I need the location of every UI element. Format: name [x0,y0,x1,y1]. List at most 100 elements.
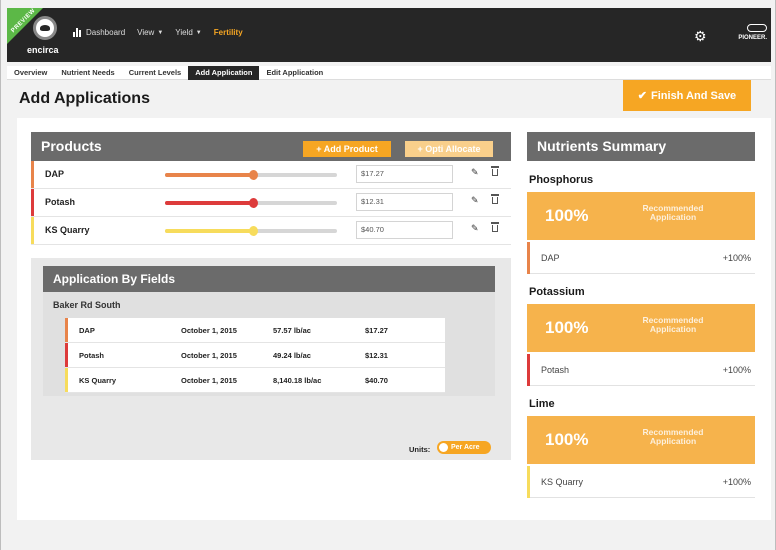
nutrient-recommended-label: Recommended Application [642,315,704,334]
nav-view[interactable]: View ▼ [137,28,163,37]
encirca-logo-icon[interactable] [33,16,57,40]
product-cost-field[interactable]: $17.27 [356,165,453,183]
page-title: Add Applications [19,90,150,107]
finish-and-save-button[interactable]: ✔ Finish And Save [623,80,751,111]
row-color-accent [65,343,68,367]
pioneer-mark-icon [747,24,767,32]
nutrient-percent: 100% [545,430,589,449]
nav-fertility-label: Fertility [213,28,243,37]
tab-edit-application[interactable]: Edit Application [259,66,330,80]
nutrient-percent: 100% [545,318,589,337]
row-date: October 1, 2015 [181,351,237,360]
nutrient-row-accent [527,354,530,386]
nutrient-card-lime: 100% Recommended Application [527,416,755,464]
row-product: DAP [79,326,95,335]
row-cost: $12.31 [365,351,388,360]
product-row-dap: DAP $17.27 ✎ [31,161,511,189]
pioneer-logo: PIONEER. [723,24,767,41]
product-color-accent [31,161,34,188]
edit-pencil-icon[interactable]: ✎ [471,223,479,234]
product-row-ks-quarry: KS Quarry $40.70 ✎ [31,217,511,245]
table-row[interactable]: Potash October 1, 2015 49.24 lb/ac $12.3… [65,343,445,368]
caret-down-icon: ▼ [195,29,202,36]
product-name: KS Quarry [45,225,90,235]
product-name: DAP [45,169,65,179]
row-date: October 1, 2015 [181,376,237,385]
application-by-fields-panel: Application By Fields Baker Rd South DAP… [31,258,511,460]
nav-yield[interactable]: Yield ▼ [175,28,201,37]
product-slider-handle[interactable] [248,226,258,236]
product-slider[interactable] [165,170,337,180]
main-nav: Dashboard View ▼ Yield ▼ Fertility [73,28,255,37]
row-rate: 57.57 lb/ac [273,326,311,335]
application-by-fields-body: Baker Rd South DAP October 1, 2015 57.57… [43,292,495,396]
tab-nutrient-needs[interactable]: Nutrient Needs [54,66,121,80]
caret-down-icon: ▼ [157,29,164,36]
add-product-button[interactable]: + Add Product [303,141,391,157]
nutrient-card-potassium: 100% Recommended Application [527,304,755,352]
nutrients-summary-header: Nutrients Summary [527,132,755,161]
row-cost: $17.27 [365,326,388,335]
product-slider-fill [165,173,253,177]
nav-dashboard[interactable]: Dashboard [73,28,125,37]
tab-add-application[interactable]: Add Application [188,65,260,80]
product-slider-fill [165,201,253,205]
finish-and-save-label: Finish And Save [651,89,737,102]
trash-icon[interactable] [491,166,499,176]
nutrient-product-value: +100% [722,365,751,375]
edit-pencil-icon[interactable]: ✎ [471,167,479,178]
nutrient-percent: 100% [545,206,589,225]
gear-icon[interactable]: ⚙ [694,28,707,45]
nutrient-product-row: KS Quarry +100% [527,466,755,498]
application-by-fields-header: Application By Fields [43,266,495,292]
product-row-potash: Potash $12.31 ✎ [31,189,511,217]
row-rate: 8,140.18 lb/ac [273,376,322,385]
nutrient-product-row: DAP +100% [527,242,755,274]
sub-tabs: Overview Nutrient Needs Current Levels A… [7,65,771,80]
row-product: KS Quarry [79,376,117,385]
tab-current-levels[interactable]: Current Levels [122,66,189,80]
row-product: Potash [79,351,105,360]
product-slider-handle[interactable] [248,170,258,180]
nav-dashboard-label: Dashboard [86,28,126,37]
checkmark-icon: ✔ [637,90,648,102]
nutrient-product-name: Potash [541,365,570,375]
nutrient-row-accent [527,466,530,498]
edit-pencil-icon[interactable]: ✎ [471,195,479,206]
nutrient-row-accent [527,242,530,274]
product-slider[interactable] [165,198,337,208]
row-date: October 1, 2015 [181,326,237,335]
field-name: Baker Rd South [53,300,121,310]
table-row[interactable]: KS Quarry October 1, 2015 8,140.18 lb/ac… [65,368,445,393]
product-cost-field[interactable]: $12.31 [356,193,453,211]
nav-yield-label: Yield [175,28,193,37]
product-slider-fill [165,229,253,233]
product-name: Potash [45,197,76,207]
product-cost-field[interactable]: $40.70 [356,221,453,239]
tab-overview[interactable]: Overview [7,66,54,80]
table-row[interactable]: DAP October 1, 2015 57.57 lb/ac $17.27 [65,318,445,343]
brand-name: encirca [27,45,59,55]
trash-icon[interactable] [491,194,499,204]
app-window: PREVIEW encirca Dashboard View ▼ Yield ▼… [0,0,776,550]
nutrients-summary-title: Nutrients Summary [537,138,667,154]
nutrient-product-value: +100% [722,477,751,487]
units-label: Units: [409,445,431,454]
units-toggle[interactable]: Per Acre [437,441,491,454]
nutrient-recommended-label: Recommended Application [642,427,704,446]
nav-fertility[interactable]: Fertility [214,28,243,37]
pioneer-brand: PIONEER. [738,35,767,41]
nutrient-title-phosphorus: Phosphorus [529,174,594,186]
opti-allocate-button[interactable]: + Opti Allocate [405,141,493,157]
products-title: Products [41,138,102,154]
product-color-accent [31,217,34,244]
row-rate: 49.24 lb/ac [273,351,311,360]
product-slider[interactable] [165,226,337,236]
product-color-accent [31,189,34,216]
row-color-accent [65,368,68,392]
product-slider-handle[interactable] [248,198,258,208]
top-nav-bar: PREVIEW encirca Dashboard View ▼ Yield ▼… [7,8,771,62]
nutrient-card-phosphorus: 100% Recommended Application [527,192,755,240]
trash-icon[interactable] [491,222,499,232]
application-table: DAP October 1, 2015 57.57 lb/ac $17.27 P… [65,318,445,393]
